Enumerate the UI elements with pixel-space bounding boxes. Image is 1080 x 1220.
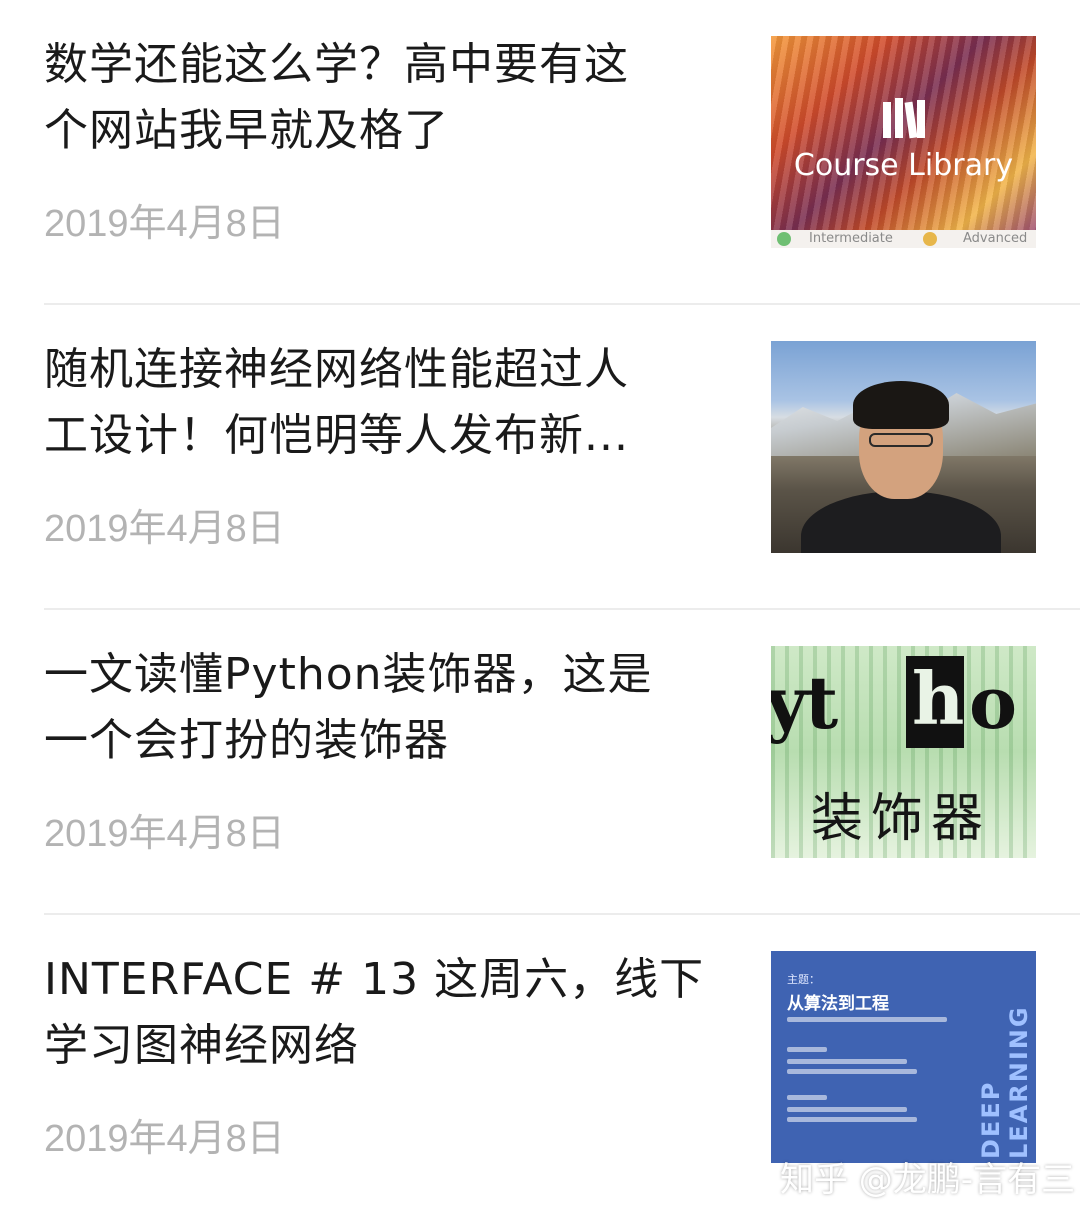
python-word-right: o [969, 660, 1017, 745]
article-date: 2019年4月8日 [44, 813, 285, 855]
level-advanced-icon [923, 232, 937, 246]
level-intermediate-icon [777, 232, 791, 246]
books-icon [883, 98, 925, 139]
python-word-h-box: h [906, 656, 964, 748]
level-label: Intermediate [809, 231, 893, 246]
article-title-line: 随机连接神经网络性能超过人 [44, 344, 629, 395]
poster-vertical-title: DEEP LEARNING [977, 959, 1033, 1159]
article-title[interactable]: 数学还能这么学？高中要有这 个网站我早就及格了 [44, 32, 724, 164]
python-word-h: h [912, 656, 965, 741]
article-date: 2019年4月8日 [44, 1118, 285, 1160]
article-date: 2019年4月8日 [44, 203, 285, 245]
course-library-label: Course Library [793, 148, 1014, 183]
poster-topic-label: 主题： [787, 973, 820, 986]
article-title-line: 一个会打扮的装饰器 [44, 715, 449, 766]
poster-text-bar [787, 1059, 907, 1064]
level-strip: Intermediate Advanced [771, 230, 1036, 248]
poster-subtitle-bar [787, 1017, 947, 1022]
article-list: 数学还能这么学？高中要有这 个网站我早就及格了 2019年4月8日 Course… [0, 0, 1080, 1220]
poster-text-bar [787, 1069, 917, 1074]
article-thumbnail-portrait[interactable] [771, 341, 1036, 553]
glasses-icon [869, 433, 933, 447]
article-title[interactable]: 随机连接神经网络性能超过人 工设计！何恺明等人发布新... [44, 337, 724, 469]
article-thumbnail-poster[interactable]: 主题： 从算法到工程 DEEP LEARNING [771, 951, 1036, 1163]
article-title-line: 一文读懂Python装饰器，这是 [44, 649, 653, 700]
poster-text-bar [787, 1047, 827, 1052]
list-item[interactable]: 数学还能这么学？高中要有这 个网站我早就及格了 2019年4月8日 Course… [0, 0, 1080, 305]
poster-vertical-text: DEEP LEARNING [977, 1005, 1033, 1159]
article-title-line: 工设计！何恺明等人发布新... [44, 410, 629, 461]
list-item[interactable]: 随机连接神经网络性能超过人 工设计！何恺明等人发布新... 2019年4月8日 [0, 305, 1080, 610]
person-jacket [801, 491, 1001, 553]
article-thumbnail[interactable]: Course Library Intermediate Advanced [771, 36, 1036, 248]
article-title-line: INTERFACE # 13 这周六，线下 [44, 954, 705, 1005]
poster-heading: 从算法到工程 [787, 994, 889, 1014]
poster-text-bar [787, 1095, 827, 1100]
python-word-left: yt [771, 660, 838, 745]
zhihu-watermark: 知乎 @龙鹏-言有三 [780, 1160, 1076, 1200]
article-title[interactable]: 一文读懂Python装饰器，这是 一个会打扮的装饰器 [44, 642, 724, 774]
person-hair [853, 381, 949, 429]
article-date: 2019年4月8日 [44, 508, 285, 550]
thumbnail-texture [771, 36, 1036, 248]
article-thumbnail[interactable]: yt h o 装饰器 [771, 646, 1036, 858]
article-title[interactable]: INTERFACE # 13 这周六，线下 学习图神经网络 [44, 947, 724, 1079]
decorator-label: 装饰器 [811, 789, 992, 849]
level-label: Advanced [963, 231, 1028, 246]
list-item[interactable]: 一文读懂Python装饰器，这是 一个会打扮的装饰器 2019年4月8日 yt … [0, 610, 1080, 915]
article-title-line: 数学还能这么学？高中要有这 [44, 39, 629, 90]
poster-text-bar [787, 1107, 907, 1112]
poster-text-bar [787, 1117, 917, 1122]
article-title-line: 学习图神经网络 [44, 1020, 359, 1071]
article-title-line: 个网站我早就及格了 [44, 105, 449, 156]
